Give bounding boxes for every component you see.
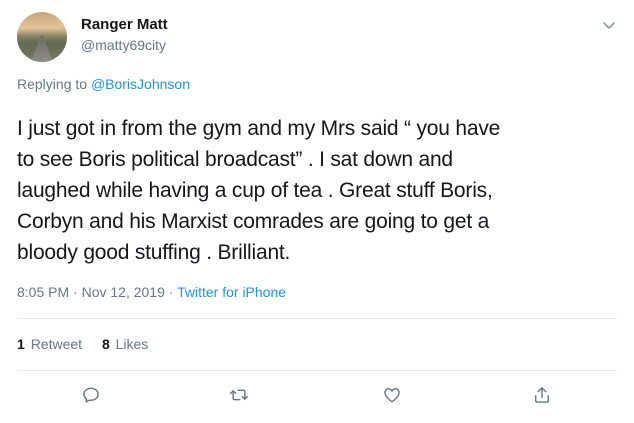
tweet-card: Ranger Matt @matty69city Replying to @Bo… (0, 0, 634, 423)
retweets-count: 1 (17, 336, 25, 352)
avatar[interactable] (17, 12, 67, 62)
share-button[interactable] (527, 382, 557, 412)
likes-label: Likes (115, 336, 149, 352)
display-name[interactable]: Ranger Matt (81, 16, 168, 33)
tweet-stats: 1 Retweet 8 Likes (17, 336, 164, 352)
replying-to-label: Replying to (17, 76, 91, 92)
reply-button[interactable] (76, 382, 106, 412)
tweet-text: I just got in from the gym and my Mrs sa… (17, 117, 501, 264)
tweet-time[interactable]: 8:05 PM (17, 284, 69, 300)
heart-icon (382, 385, 402, 410)
likes-stat[interactable]: 8 Likes (102, 336, 148, 352)
tweet-date[interactable]: Nov 12, 2019 (82, 284, 165, 300)
reply-icon (81, 385, 101, 410)
likes-count: 8 (101, 336, 110, 352)
divider (17, 318, 617, 319)
retweets-label: Retweet (30, 336, 83, 352)
tweet-meta: 8:05 PM · Nov 12, 2019 · Twitter for iPh… (17, 284, 286, 300)
user-handle[interactable]: @matty69city (81, 37, 166, 53)
reply-target-link[interactable]: @BorisJohnson (91, 76, 190, 92)
retweets-stat[interactable]: 1 Retweet (17, 336, 82, 352)
tweet-source-link[interactable]: Twitter for iPhone (177, 284, 286, 300)
share-icon (532, 385, 552, 410)
tweet-actions (0, 382, 634, 412)
meta-separator: · (164, 284, 178, 300)
divider (17, 370, 617, 371)
like-button[interactable] (377, 382, 407, 412)
chevron-down-icon[interactable] (601, 17, 617, 33)
replying-to: Replying to @BorisJohnson (17, 76, 190, 92)
retweet-button[interactable] (224, 382, 254, 412)
retweet-icon (229, 385, 249, 410)
meta-separator: · (69, 284, 82, 300)
avatar-road-image (31, 36, 53, 62)
